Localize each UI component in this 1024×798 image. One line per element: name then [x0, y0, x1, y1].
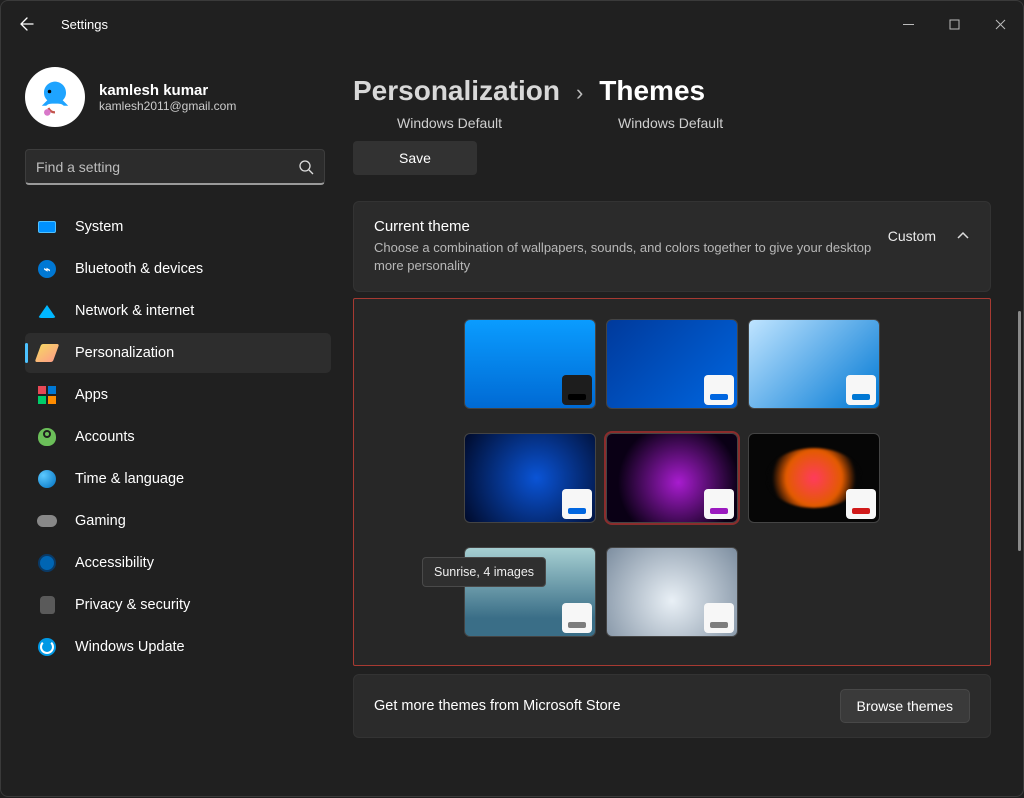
nav-network[interactable]: Network & internet [25, 291, 331, 331]
bluetooth-icon: ⌁ [38, 260, 56, 278]
breadcrumb-current: Themes [599, 75, 705, 107]
close-button[interactable] [977, 1, 1023, 47]
globe-icon [38, 470, 56, 488]
update-icon [38, 638, 56, 656]
shield-icon [40, 596, 55, 614]
gamepad-icon [37, 515, 57, 527]
theme-thumb-5[interactable] [748, 433, 880, 523]
chevron-up-icon [956, 229, 970, 243]
nav-apps[interactable]: Apps [25, 375, 331, 415]
theme-name-2: Windows Default [618, 115, 723, 131]
nav-time-language[interactable]: Time & language [25, 459, 331, 499]
theme-thumb-2[interactable] [748, 319, 880, 409]
browse-themes-button[interactable]: Browse themes [840, 689, 970, 723]
chevron-right-icon: › [576, 80, 583, 106]
theme-thumb-3[interactable] [464, 433, 596, 523]
nav-privacy[interactable]: Privacy & security [25, 585, 331, 625]
nav-label: Bluetooth & devices [75, 261, 203, 277]
sidebar: kamlesh kumar kamlesh2011@gmail.com Syst… [1, 47, 341, 798]
nav-label: Network & internet [75, 303, 194, 319]
current-theme-value: Custom [888, 228, 936, 244]
profile[interactable]: kamlesh kumar kamlesh2011@gmail.com [25, 67, 331, 127]
nav: System ⌁ Bluetooth & devices Network & in… [25, 207, 331, 667]
theme-thumb-4[interactable] [606, 433, 738, 523]
nav-label: Apps [75, 387, 108, 403]
store-row: Get more themes from Microsoft Store Bro… [353, 674, 991, 738]
apps-icon [38, 386, 56, 404]
window-controls [885, 1, 1023, 47]
theme-thumb-7[interactable] [606, 547, 738, 637]
theme-name-1: Windows Default [397, 115, 502, 131]
back-button[interactable] [15, 12, 39, 36]
content-area: Personalization › Themes Windows Default… [341, 47, 1023, 798]
person-icon [38, 428, 56, 446]
nav-label: Accessibility [75, 555, 154, 571]
theme-tooltip: Sunrise, 4 images [422, 557, 546, 587]
minimize-button[interactable] [885, 1, 931, 47]
accessibility-icon [38, 554, 56, 572]
search-box[interactable] [25, 149, 325, 185]
search-icon [298, 159, 314, 175]
theme-thumb-1[interactable] [606, 319, 738, 409]
card-title: Current theme [374, 218, 888, 235]
nav-label: Time & language [75, 471, 184, 487]
nav-accessibility[interactable]: Accessibility [25, 543, 331, 583]
wifi-icon [38, 305, 56, 318]
nav-label: Privacy & security [75, 597, 190, 613]
titlebar: Settings [1, 1, 1023, 47]
nav-label: Windows Update [75, 639, 185, 655]
card-subtitle: Choose a combination of wallpapers, soun… [374, 239, 888, 275]
partial-previous-section: Windows Default Windows Default [353, 115, 991, 131]
breadcrumb-parent[interactable]: Personalization [353, 75, 560, 107]
profile-email: kamlesh2011@gmail.com [99, 99, 236, 113]
nav-personalization[interactable]: Personalization [25, 333, 331, 373]
theme-gallery: Sunrise, 4 images [353, 298, 991, 666]
nav-label: Accounts [75, 429, 135, 445]
profile-name: kamlesh kumar [99, 82, 236, 99]
nav-label: System [75, 219, 123, 235]
nav-label: Gaming [75, 513, 126, 529]
brush-icon [35, 344, 60, 362]
current-theme-card[interactable]: Current theme Choose a combination of wa… [353, 201, 991, 292]
scrollbar[interactable] [1018, 311, 1021, 551]
nav-system[interactable]: System [25, 207, 331, 247]
monitor-icon [38, 221, 56, 233]
nav-bluetooth[interactable]: ⌁ Bluetooth & devices [25, 249, 331, 289]
store-row-text: Get more themes from Microsoft Store [374, 698, 621, 714]
maximize-button[interactable] [931, 1, 977, 47]
nav-gaming[interactable]: Gaming [25, 501, 331, 541]
arrow-left-icon [19, 16, 35, 32]
save-button[interactable]: Save [353, 141, 477, 175]
nav-label: Personalization [75, 345, 174, 361]
avatar [25, 67, 85, 127]
search-input[interactable] [36, 159, 298, 175]
nav-windows-update[interactable]: Windows Update [25, 627, 331, 667]
theme-thumb-0[interactable] [464, 319, 596, 409]
nav-accounts[interactable]: Accounts [25, 417, 331, 457]
breadcrumb: Personalization › Themes [353, 75, 991, 107]
app-title: Settings [61, 17, 108, 32]
